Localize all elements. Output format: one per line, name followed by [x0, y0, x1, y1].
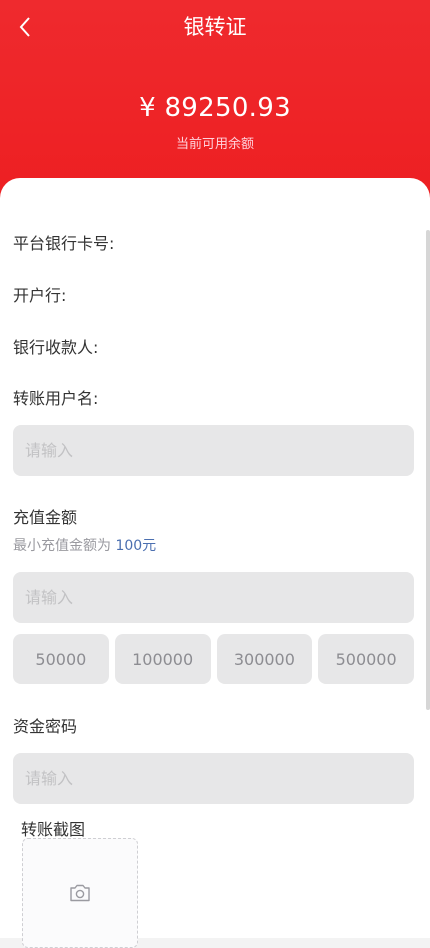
- form-card: 平台银行卡号: 开户行: 银行收款人: 转账用户名: 充值金额 最小充值金额为 …: [0, 178, 430, 948]
- recharge-amount-label: 充值金额: [13, 508, 78, 527]
- bank-card-number-label: 平台银行卡号:: [13, 234, 115, 253]
- quick-amount-row: 50000 100000 300000 500000: [13, 634, 414, 684]
- page-title: 银转证: [183, 15, 247, 39]
- quick-amount-100000-button[interactable]: 100000: [114, 634, 211, 684]
- fund-password-input[interactable]: [25, 769, 414, 788]
- quick-amount-50000-button[interactable]: 50000: [13, 634, 109, 684]
- min-recharge-hint: 最小充值金额为 100元: [13, 536, 156, 556]
- balance-label: 当前可用余额: [175, 137, 254, 152]
- fund-password-field[interactable]: [13, 753, 414, 804]
- transfer-username-field[interactable]: [13, 425, 414, 476]
- payee-label: 银行收款人:: [13, 338, 99, 357]
- quick-amount-500000-button[interactable]: 500000: [318, 634, 414, 684]
- bank-branch-label: 开户行:: [13, 286, 67, 305]
- transfer-username-label: 转账用户名:: [13, 389, 99, 408]
- min-recharge-value: 100元: [115, 538, 157, 554]
- recharge-amount-input[interactable]: [25, 588, 414, 607]
- min-recharge-hint-prefix: 最小充值金额为: [13, 538, 116, 554]
- scrollbar[interactable]: [426, 230, 430, 710]
- recharge-amount-field[interactable]: [13, 572, 414, 623]
- header: 银转证 ¥ 89250.93 当前可用余额: [0, 0, 430, 200]
- balance-amount: ¥ 89250.93: [139, 93, 291, 123]
- quick-amount-300000-button[interactable]: 300000: [216, 634, 313, 684]
- fund-password-label: 资金密码: [13, 717, 78, 736]
- camera-icon: [70, 884, 90, 902]
- transfer-username-input[interactable]: [25, 441, 414, 460]
